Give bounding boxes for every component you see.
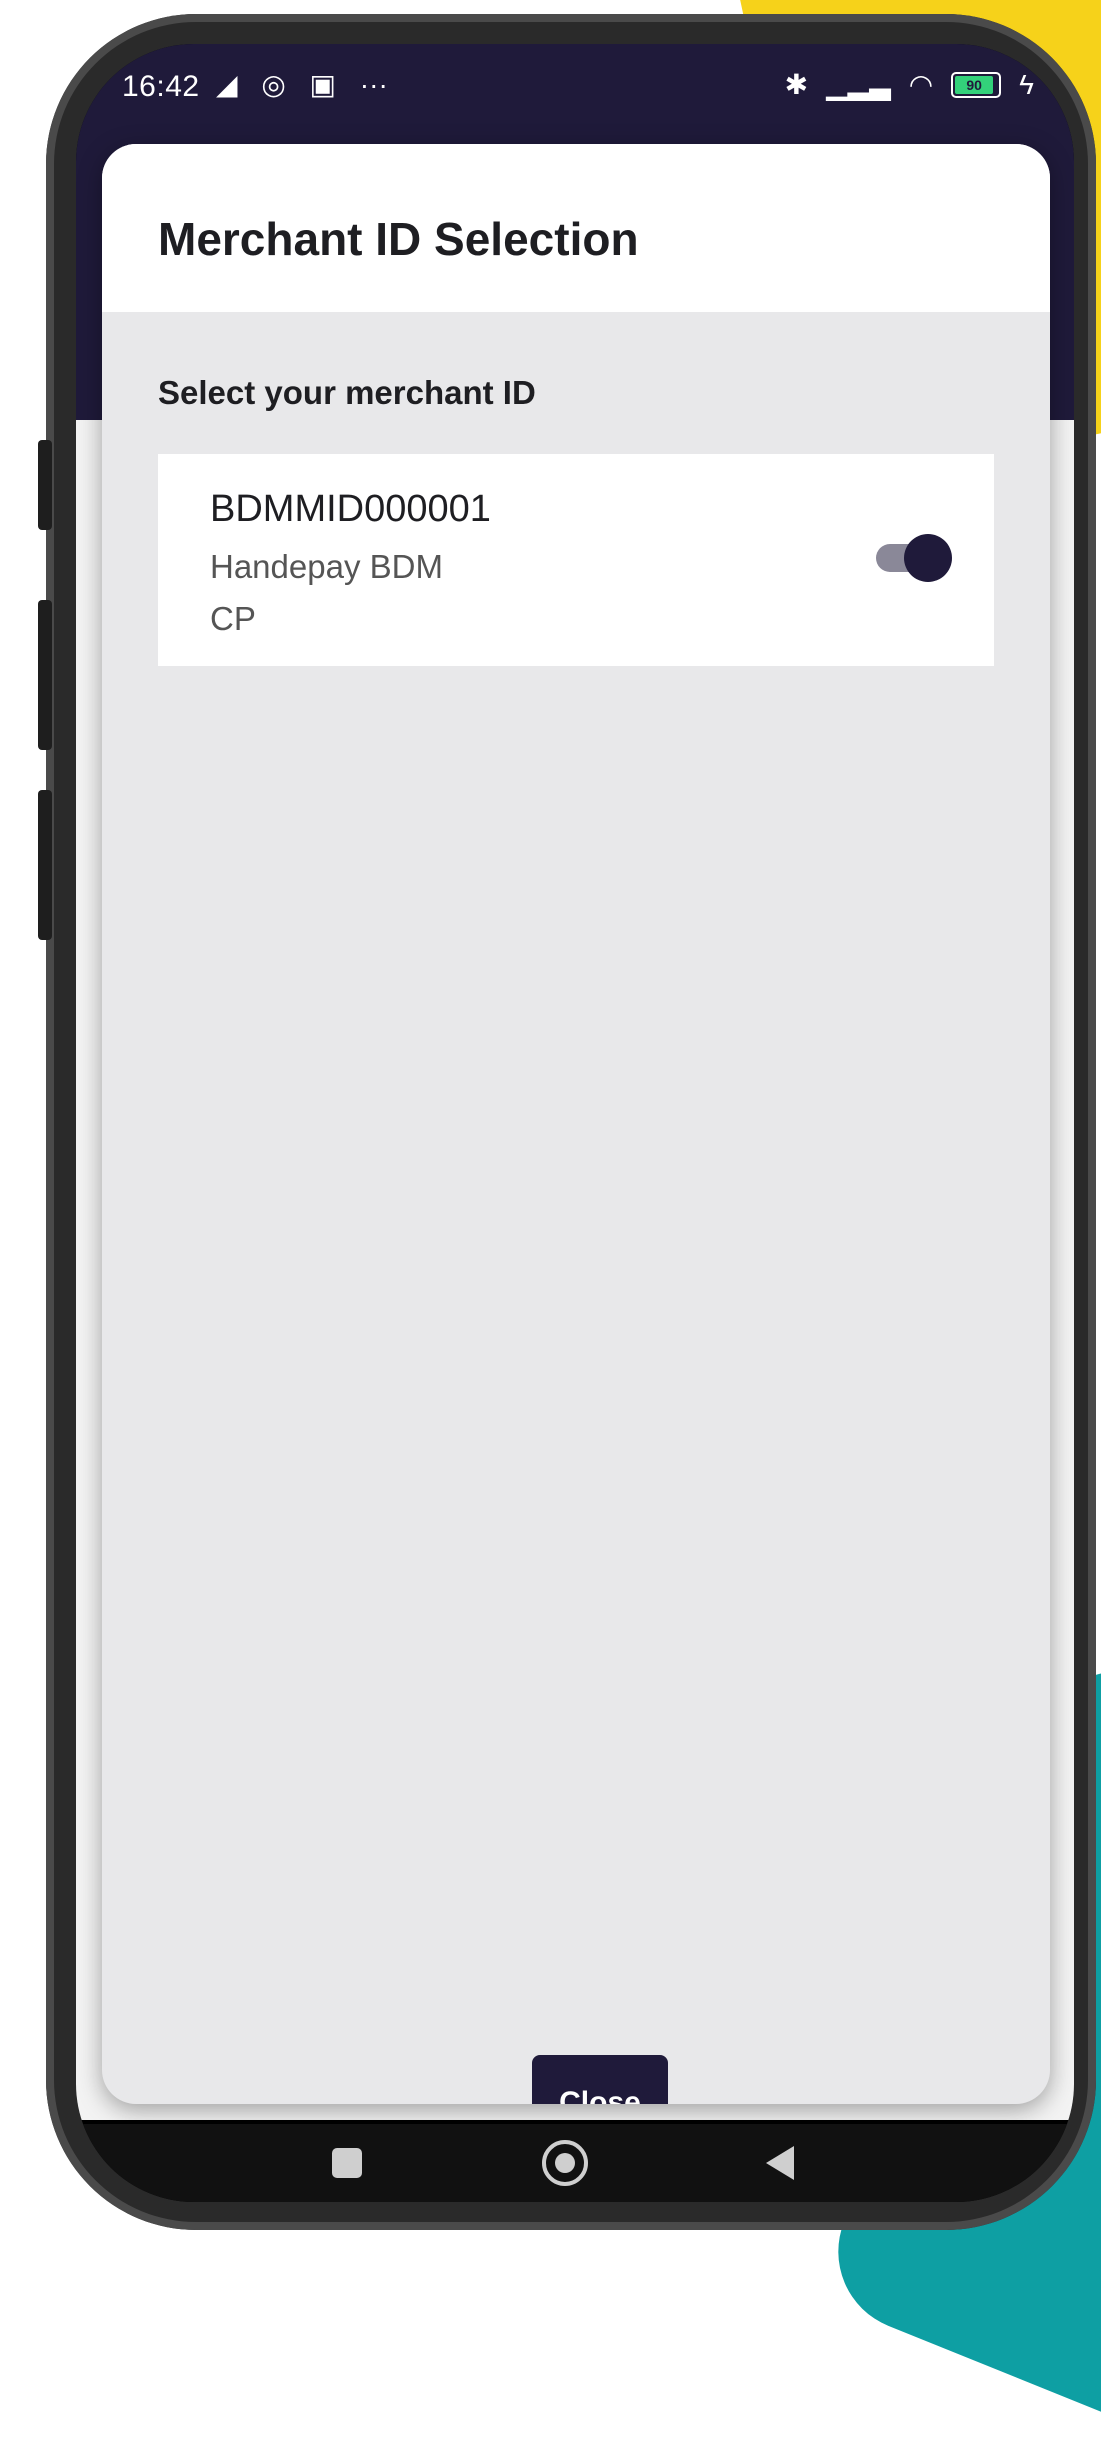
dialog-title: Merchant ID Selection bbox=[158, 213, 639, 265]
battery-level: 90 bbox=[955, 75, 994, 94]
whatsapp-icon: ◎ bbox=[261, 69, 286, 100]
merchant-card[interactable]: BDMMID000001 Handepay BDM CP bbox=[158, 454, 994, 666]
telegram-icon: ◢ bbox=[216, 69, 238, 100]
merchant-id: BDMMID000001 bbox=[210, 488, 491, 530]
home-icon[interactable] bbox=[542, 2140, 588, 2186]
dialog-header: Merchant ID Selection bbox=[102, 144, 1050, 312]
status-bar: 16:42 ◢ ◎ ▣ ··· ✱ ▁▂▃ ◠ 90 ϟ bbox=[76, 44, 1074, 150]
charging-icon: ϟ bbox=[1019, 68, 1034, 100]
dialog-subtitle: Select your merchant ID bbox=[158, 374, 536, 411]
battery-icon: 90 bbox=[951, 71, 1002, 98]
android-nav-bar bbox=[76, 2124, 1074, 2202]
merchant-id-dialog: Merchant ID Selection Select your mercha… bbox=[102, 144, 1050, 2104]
status-system-icons: ✱ ▁▂▃ ◠ 90 ϟ bbox=[785, 68, 1034, 101]
status-time: 16:42 bbox=[122, 70, 200, 103]
phone-side-button bbox=[38, 440, 52, 530]
recent-apps-icon[interactable] bbox=[332, 2148, 362, 2178]
merchant-select-toggle[interactable] bbox=[876, 534, 952, 582]
merchant-name: Handepay BDM bbox=[210, 548, 443, 585]
toggle-thumb bbox=[904, 534, 952, 582]
status-notification-icons: ◢ ◎ ▣ ··· bbox=[216, 68, 404, 101]
more-icon: ··· bbox=[359, 69, 388, 100]
phone-volume-down-button bbox=[38, 790, 52, 940]
back-icon[interactable] bbox=[766, 2146, 794, 2180]
email-icon: ▣ bbox=[309, 69, 337, 100]
phone-volume-up-button bbox=[38, 600, 52, 750]
bluetooth-icon: ✱ bbox=[784, 69, 809, 100]
close-button[interactable]: Close bbox=[532, 2055, 668, 2104]
phone-screen: 16:42 ◢ ◎ ▣ ··· ✱ ▁▂▃ ◠ 90 ϟ Merchant ID… bbox=[76, 44, 1074, 2202]
wifi-icon: ◠ bbox=[908, 69, 934, 100]
merchant-type: CP bbox=[210, 600, 256, 637]
signal-icon: ▁▂▃ bbox=[826, 69, 891, 100]
